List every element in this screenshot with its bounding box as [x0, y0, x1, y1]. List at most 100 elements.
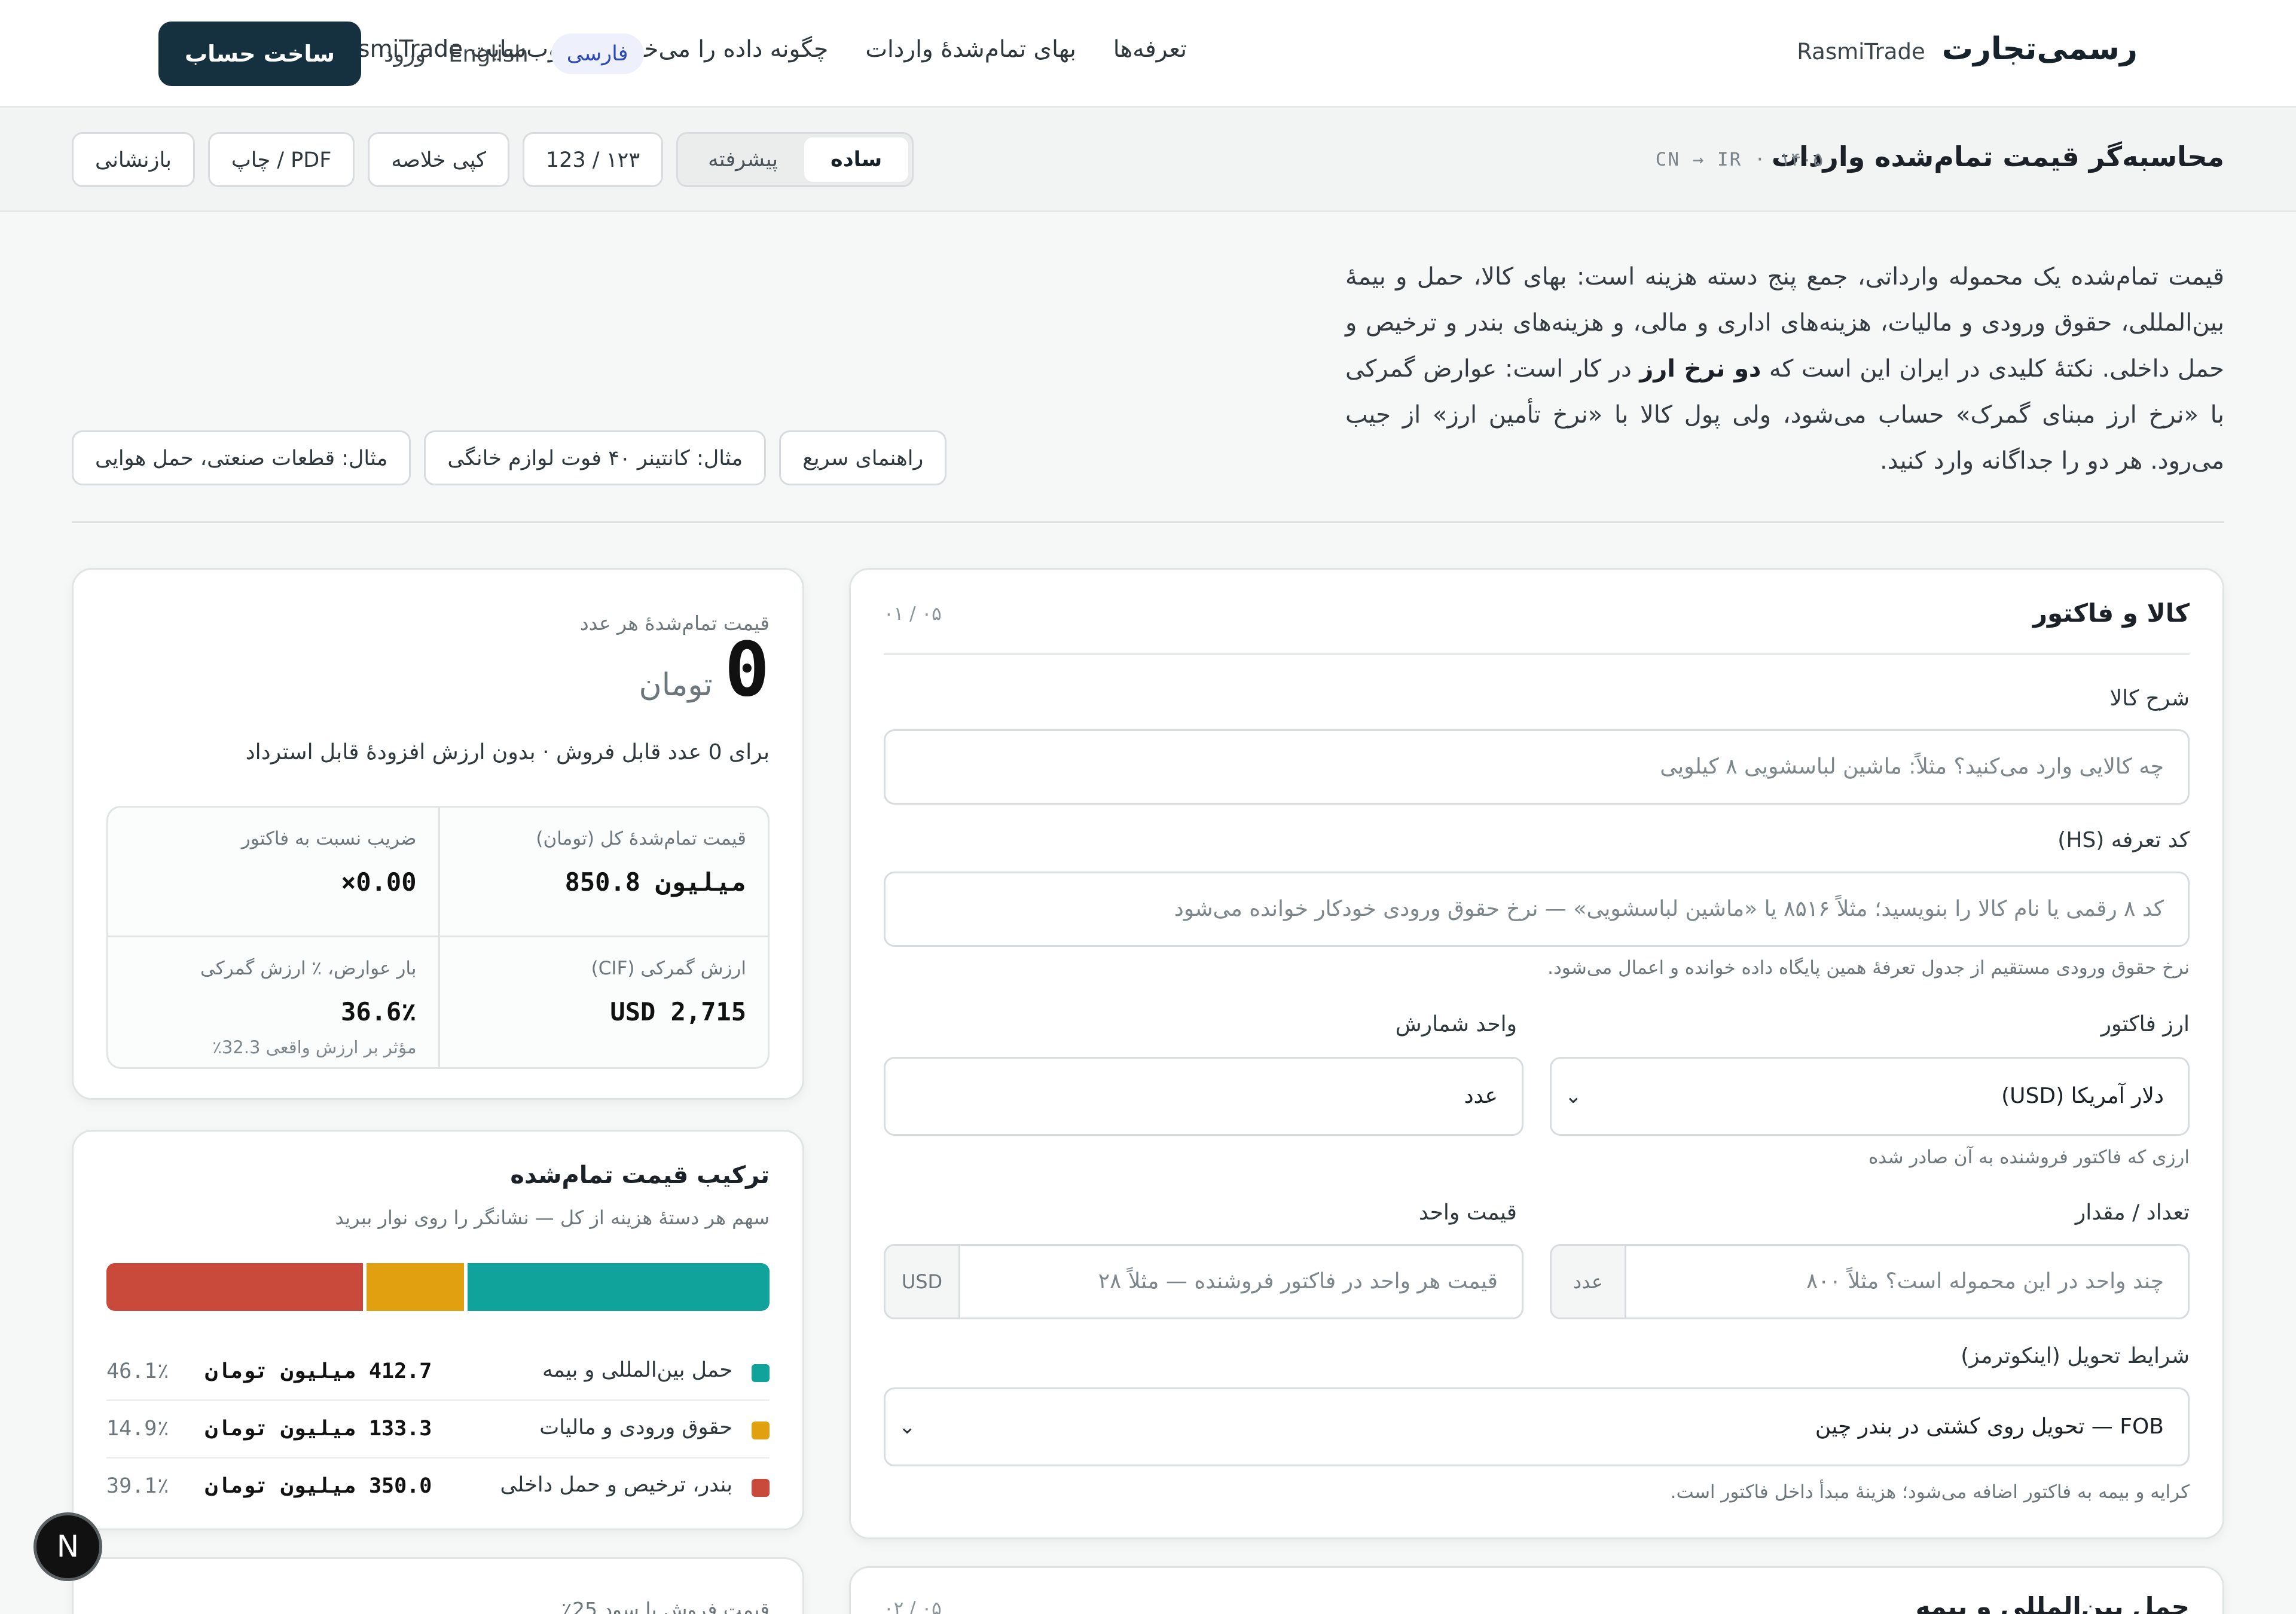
- quantity-placeholder: چند واحد در این محموله است؟ مثلاً ۸۰۰: [1806, 1269, 2164, 1294]
- nav-actions: ساخت حساب ورود English فارسی: [158, 22, 644, 86]
- goods-description-input[interactable]: چه کالایی وارد می‌کنید؟ مثلاً: ماشین لبا…: [884, 729, 2190, 805]
- kpi-grid: قیمت تمام‌شدهٔ کل (تومان) 850.8 میلیون ض…: [106, 806, 770, 1069]
- kpi-invoice-multiplier: ضریب نسبت به فاکتور ×0.00: [108, 808, 438, 937]
- unit-label: واحد شمارش: [1395, 1012, 1517, 1037]
- card-title: کالا و فاکتور: [2032, 598, 2190, 628]
- step-indicator: ۰۲ / ۰۵: [884, 1598, 942, 1614]
- shipping-insurance-card: حمل بین‌المللی و بیمه ۰۲ / ۰۵: [849, 1566, 2224, 1614]
- unit-price-placeholder: قیمت هر واحد در فاکتور فروشنده — مثلاً ۲…: [1098, 1269, 1498, 1294]
- hs-label: کد تعرفه (HS): [2057, 828, 2190, 852]
- kpi-label: قیمت تمام‌شدهٔ کل (تومان): [536, 828, 746, 849]
- kpi-duty-burden: بار عوارض، ٪ ارزش گمرکی 36.6٪ مؤثر بر ار…: [108, 937, 438, 1067]
- unit-price-input[interactable]: قیمت هر واحد در فاکتور فروشنده — مثلاً ۲…: [884, 1244, 1523, 1319]
- legend-percent: 39.1٪: [106, 1474, 170, 1498]
- page-title: محاسبه‌گر قیمت تمام‌شده واردات: [1771, 140, 2224, 173]
- incoterm-hint: کرایه و بیمه به فاکتور اضافه می‌شود؛ هزی…: [1670, 1481, 2190, 1503]
- top-navbar: رسمی‌تجارت RasmiTrade تعرفه‌ها بهای تمام…: [0, 0, 2296, 108]
- login-link[interactable]: ورود: [384, 41, 426, 67]
- dev-tools-button[interactable]: N: [33, 1512, 102, 1581]
- brand-name: رسمی‌تجارت: [1941, 31, 2138, 67]
- incoterm-select[interactable]: FOB — تحویل روی کشتی در بندر چین ⌄: [884, 1387, 2190, 1466]
- example-industrial-air[interactable]: مثال: قطعات صنعتی، حمل هوایی: [72, 430, 411, 485]
- hs-hint: نرخ حقوق ورودی مستقیم از جدول تعرفهٔ همی…: [1547, 957, 2190, 979]
- mode-advanced[interactable]: پیشرفته: [682, 137, 804, 182]
- incoterm-value: FOB — تحویل روی کشتی در بندر چین: [1815, 1414, 2164, 1439]
- chevron-down-icon: ⌄: [1565, 1084, 1582, 1108]
- example-container-appliances[interactable]: مثال: کانتینر ۴۰ فوت لوازم خانگی: [424, 430, 767, 485]
- legend-row-shipping: حمل بین‌المللی و بیمه 412.7 میلیون تومان…: [106, 1344, 770, 1401]
- kpi-value: 36.6٪: [341, 997, 417, 1026]
- price-currency-suffix: USD: [886, 1246, 960, 1318]
- kpi-total-cost: قیمت تمام‌شدهٔ کل (تومان) 850.8 میلیون: [438, 808, 768, 937]
- legend-row-duties: حقوق ورودی و مالیات 133.3 میلیون تومان 1…: [106, 1401, 770, 1459]
- stack-segment[interactable]: [467, 1263, 770, 1311]
- legend-swatch: [752, 1364, 770, 1382]
- mode-toggle: پیشرفته ساده: [676, 132, 914, 187]
- lang-english[interactable]: English: [448, 41, 529, 67]
- copy-summary-button[interactable]: کپی خلاصه: [368, 132, 509, 187]
- legend-name: حمل بین‌المللی و بیمه: [542, 1358, 732, 1382]
- kpi-value: USD 2,715: [610, 997, 746, 1026]
- lang-farsi[interactable]: فارسی: [551, 33, 644, 74]
- nav-link-tariffs[interactable]: تعرفه‌ها: [1113, 36, 1187, 63]
- intro-bold: دو نرخ ارز: [1639, 355, 1761, 383]
- section-divider: [72, 521, 2224, 523]
- price-label: قیمت واحد: [1418, 1200, 1517, 1225]
- selling-price-caption: قیمت فروش با سود 25٪: [561, 1598, 770, 1614]
- stack-segment[interactable]: [366, 1263, 464, 1311]
- legend-percent: 46.1٪: [106, 1359, 170, 1383]
- legend-swatch: [752, 1479, 770, 1497]
- stack-segment[interactable]: [106, 1263, 363, 1311]
- quick-guide-button[interactable]: راهنمای سریع: [779, 430, 947, 485]
- toolbar: بازنشانی چاپ / PDF کپی خلاصه 123 / ۱۲۳ پ…: [72, 132, 914, 187]
- legend-value: 412.7 میلیون تومان: [205, 1359, 432, 1383]
- legend-swatch: [752, 1422, 770, 1439]
- hs-code-input[interactable]: کد ۸ رقمی یا نام کالا را بنویسید؛ مثلاً …: [884, 872, 2190, 947]
- per-unit-value: 0: [724, 626, 770, 713]
- unit-input[interactable]: عدد: [884, 1057, 1523, 1136]
- selling-price-card: قیمت فروش با سود 25٪: [72, 1557, 804, 1614]
- currency-value: دلار آمریکا (USD): [2001, 1084, 2164, 1108]
- incoterm-label: شرایط تحویل (اینکوترمز): [1961, 1344, 2190, 1368]
- legend-row-port: بندر، ترخیص و حمل داخلی 350.0 میلیون توم…: [106, 1459, 770, 1516]
- currency-label: ارز فاکتور: [2100, 1012, 2190, 1037]
- quantity-unit-suffix: عدد: [1552, 1246, 1626, 1318]
- route-badge: CN → IR · ۱۴۰۵: [1655, 149, 1824, 170]
- numerals-toggle[interactable]: 123 / ۱۲۳: [522, 132, 664, 187]
- kpi-label: ضریب نسبت به فاکتور: [241, 828, 417, 849]
- composition-subtitle: سهم هر دستهٔ هزینه از کل — نشانگر را روی…: [335, 1206, 770, 1229]
- card-title: حمل بین‌المللی و بیمه: [1915, 1592, 2190, 1614]
- legend-value: 133.3 میلیون تومان: [205, 1417, 432, 1441]
- legend-percent: 14.9٪: [106, 1417, 170, 1441]
- quantity-input[interactable]: چند واحد در این محموله است؟ مثلاً ۸۰۰ عد…: [1550, 1244, 2190, 1319]
- legend-value: 350.0 میلیون تومان: [205, 1474, 432, 1498]
- intro-text: قیمت تمام‌شده یک محموله وارداتی، جمع پنج…: [1345, 254, 2224, 484]
- print-button[interactable]: چاپ / PDF: [207, 132, 355, 187]
- goods-invoice-card: کالا و فاکتور ۰۱ / ۰۵ شرح کالا چه کالایی…: [849, 568, 2224, 1539]
- legend-name: حقوق ورودی و مالیات: [539, 1416, 732, 1439]
- kpi-label: ارزش گمرکی (CIF): [591, 958, 746, 979]
- brand[interactable]: رسمی‌تجارت RasmiTrade: [1797, 31, 2138, 67]
- signup-button[interactable]: ساخت حساب: [158, 22, 361, 86]
- kpi-value: 850.8 میلیون: [564, 867, 746, 897]
- qty-label: تعداد / مقدار: [2075, 1200, 2190, 1225]
- chevron-down-icon: ⌄: [899, 1415, 916, 1439]
- card-divider: [884, 653, 2190, 655]
- composition-stacked-bar[interactable]: [106, 1263, 770, 1311]
- kpi-value: ×0.00: [341, 867, 417, 897]
- currency-select[interactable]: دلار آمریکا (USD) ⌄: [1550, 1057, 2190, 1136]
- cost-composition-card: ترکیب قیمت تمام‌شده سهم هر دستهٔ هزینه ا…: [72, 1130, 804, 1530]
- composition-title: ترکیب قیمت تمام‌شده: [510, 1161, 770, 1189]
- kpi-customs-value: ارزش گمرکی (CIF) USD 2,715: [438, 937, 768, 1067]
- nav-link-landed-cost[interactable]: بهای تمام‌شدهٔ واردات: [865, 36, 1076, 63]
- page-header: محاسبه‌گر قیمت تمام‌شده واردات CN → IR ·…: [0, 109, 2296, 212]
- mode-simple[interactable]: ساده: [804, 137, 909, 182]
- legend-name: بندر، ترخیص و حمل داخلی: [500, 1473, 733, 1497]
- kpi-note: مؤثر بر ارزش واقعی 32.3٪: [212, 1037, 417, 1057]
- example-chips: مثال: قطعات صنعتی، حمل هوایی مثال: کانتی…: [72, 430, 947, 485]
- step-indicator: ۰۱ / ۰۵: [884, 603, 942, 625]
- brand-latin: RasmiTrade: [1797, 39, 1925, 65]
- per-unit-subtext: برای 0 عدد قابل فروش · بدون ارزش افزودهٔ…: [245, 740, 770, 765]
- reset-button[interactable]: بازنشانی: [72, 132, 195, 187]
- landed-cost-summary-card: قیمت تمام‌شدهٔ هر عدد 0 تومان برای 0 عدد…: [72, 568, 804, 1100]
